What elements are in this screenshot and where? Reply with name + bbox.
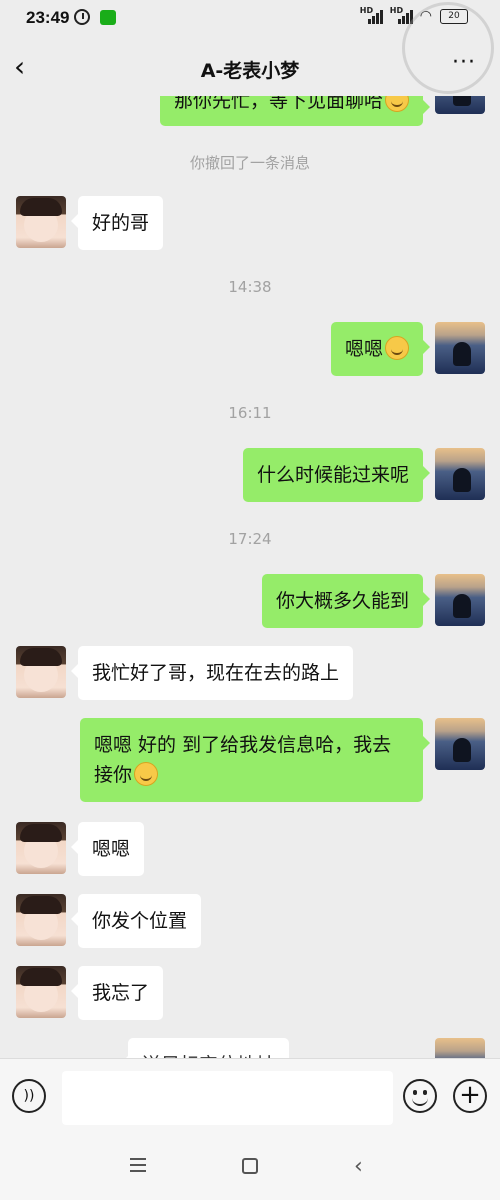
add-attachment-icon[interactable]: + <box>453 1079 487 1113</box>
recent-apps-icon[interactable] <box>130 1158 146 1172</box>
my-avatar[interactable] <box>435 96 485 114</box>
message-input[interactable] <box>62 1071 393 1125</box>
system-nav-bar: ‹ <box>0 1140 500 1200</box>
sent-message-bubble[interactable]: 什么时候能过来呢 <box>242 448 431 502</box>
received-message-bubble[interactable]: 我忘了 <box>70 966 164 1020</box>
nav-back-icon[interactable]: ‹ <box>354 1154 363 1179</box>
timestamp: 14:38 <box>228 278 272 296</box>
contact-avatar[interactable] <box>16 894 66 946</box>
received-message-bubble[interactable]: 你发个位置 <box>70 894 202 948</box>
my-avatar[interactable] <box>435 574 485 626</box>
sent-message-bubble[interactable]: 那你先忙，等下见面聊哈 <box>159 96 431 126</box>
contact-avatar[interactable] <box>16 646 66 698</box>
recall-notice: 你撤回了一条消息 <box>189 154 310 172</box>
timestamp: 16:11 <box>228 404 272 422</box>
smile-emoji-icon <box>385 96 409 112</box>
smile-emoji-icon <box>385 336 409 360</box>
sent-message-bubble[interactable]: 嗯嗯 好的 到了给我发信息哈，我去接你 <box>80 718 430 802</box>
voice-input-icon[interactable]: )) <box>12 1079 46 1113</box>
sent-message-bubble[interactable]: 你大概多久能到 <box>261 574 431 628</box>
received-message-bubble[interactable]: 嗯嗯 <box>70 822 145 876</box>
chat-message-list[interactable]: 那你先忙，等下见面聊哈 你撤回了一条消息 好的哥 14:38 嗯嗯 16:11 … <box>0 96 500 1058</box>
wechat-notification-icon <box>100 10 116 25</box>
message-row: 那你先忙，等下见面聊哈 <box>0 96 500 126</box>
my-avatar[interactable] <box>435 448 485 500</box>
contact-avatar[interactable] <box>16 822 66 874</box>
received-message-bubble[interactable]: 我忙好了哥，现在在去的路上 <box>70 646 354 700</box>
home-icon[interactable] <box>242 1158 258 1174</box>
my-avatar[interactable] <box>435 1038 485 1058</box>
sent-message-bubble[interactable]: 嗯嗯 <box>330 322 431 376</box>
chat-input-bar: )) + <box>0 1058 500 1141</box>
my-avatar[interactable] <box>435 718 485 770</box>
emoji-picker-icon[interactable] <box>403 1079 437 1113</box>
status-time: 23:49 <box>26 8 70 27</box>
received-message-bubble-partial[interactable]: 送目标定位地址 <box>120 1038 290 1058</box>
contact-avatar[interactable] <box>16 966 66 1018</box>
contact-avatar[interactable] <box>16 196 66 248</box>
received-message-bubble[interactable]: 好的哥 <box>70 196 164 250</box>
smile-emoji-icon <box>134 762 159 786</box>
timestamp: 17:24 <box>228 530 272 548</box>
signal-icon: HD <box>390 6 413 24</box>
watermark-seal <box>402 2 494 94</box>
signal-icon: HD <box>360 6 383 24</box>
alarm-icon <box>74 9 90 25</box>
my-avatar[interactable] <box>435 322 485 374</box>
